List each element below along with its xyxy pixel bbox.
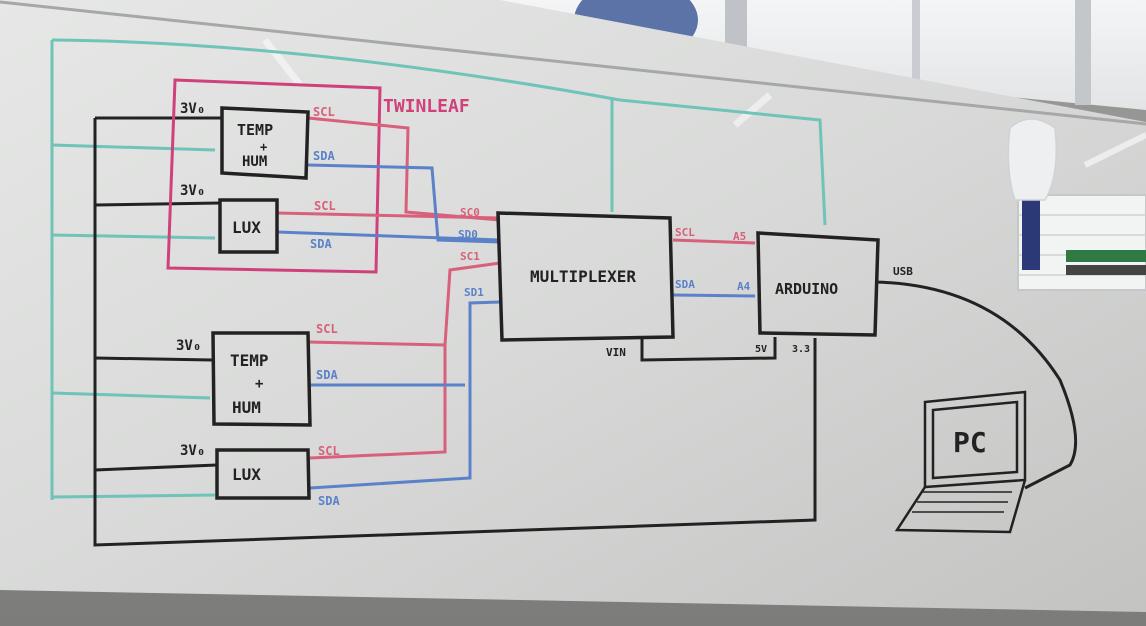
sensor-2-scl: SCL	[314, 199, 336, 213]
multiplexer-port-sc0: SC0	[460, 206, 480, 219]
arduino-pin-a5: A5	[733, 230, 746, 243]
sensor-3-scl: SCL	[316, 322, 338, 336]
sensor-2-sda: SDA	[310, 237, 332, 251]
sensor-4-scl: SCL	[318, 444, 340, 458]
window-frame	[1075, 0, 1091, 105]
sensor-3-label-line1: TEMP	[230, 351, 269, 370]
whiteboard-photo: TWINLEAF 3V₀ TEMP + HUM SCL SDA 3V₀ LUX …	[0, 0, 1146, 626]
sensor-4-sda: SDA	[318, 494, 340, 508]
multiplexer-scl-out: SCL	[675, 226, 695, 239]
multiplexer-port-sd0: SD0	[458, 228, 478, 241]
sensor-3-voltage: 3V₀	[176, 338, 201, 354]
multiplexer-label: MULTIPLEXER	[530, 267, 636, 286]
sensor-1-scl: SCL	[313, 105, 335, 119]
sensor-2-voltage: 3V₀	[180, 183, 205, 199]
multiplexer-sda-out: SDA	[675, 278, 695, 291]
sensor-1-label-line2: +	[260, 140, 267, 154]
arduino-usb: USB	[893, 265, 913, 278]
sensor-3-label-line2: +	[255, 376, 263, 392]
sensor-1-voltage: 3V₀	[180, 101, 205, 117]
multiplexer-port-sc1: SC1	[460, 250, 480, 263]
sensor-2-label: LUX	[232, 218, 261, 237]
sensor-3-sda: SDA	[316, 368, 338, 382]
sensor-4-label: LUX	[232, 465, 261, 484]
sensor-1-sda: SDA	[313, 149, 335, 163]
multiplexer-vin: VIN	[606, 346, 626, 359]
circuit-diagram: TWINLEAF 3V₀ TEMP + HUM SCL SDA 3V₀ LUX …	[0, 0, 1146, 626]
sensor-1-label-line1: TEMP	[237, 121, 273, 139]
sensor-1-label-line3: HUM	[242, 154, 267, 170]
pc-label: PC	[953, 426, 987, 459]
arduino-label: ARDUINO	[775, 280, 838, 298]
arduino-pin-5v: 5V	[755, 344, 767, 355]
multiplexer-port-sd1: SD1	[464, 286, 484, 299]
arduino-pin-3v3: 3.3	[792, 344, 810, 355]
twinleaf-label: TWINLEAF	[383, 96, 470, 117]
sensor-3-label-line3: HUM	[232, 398, 261, 417]
arduino-pin-a4: A4	[737, 280, 751, 293]
sensor-4-voltage: 3V₀	[180, 443, 205, 459]
